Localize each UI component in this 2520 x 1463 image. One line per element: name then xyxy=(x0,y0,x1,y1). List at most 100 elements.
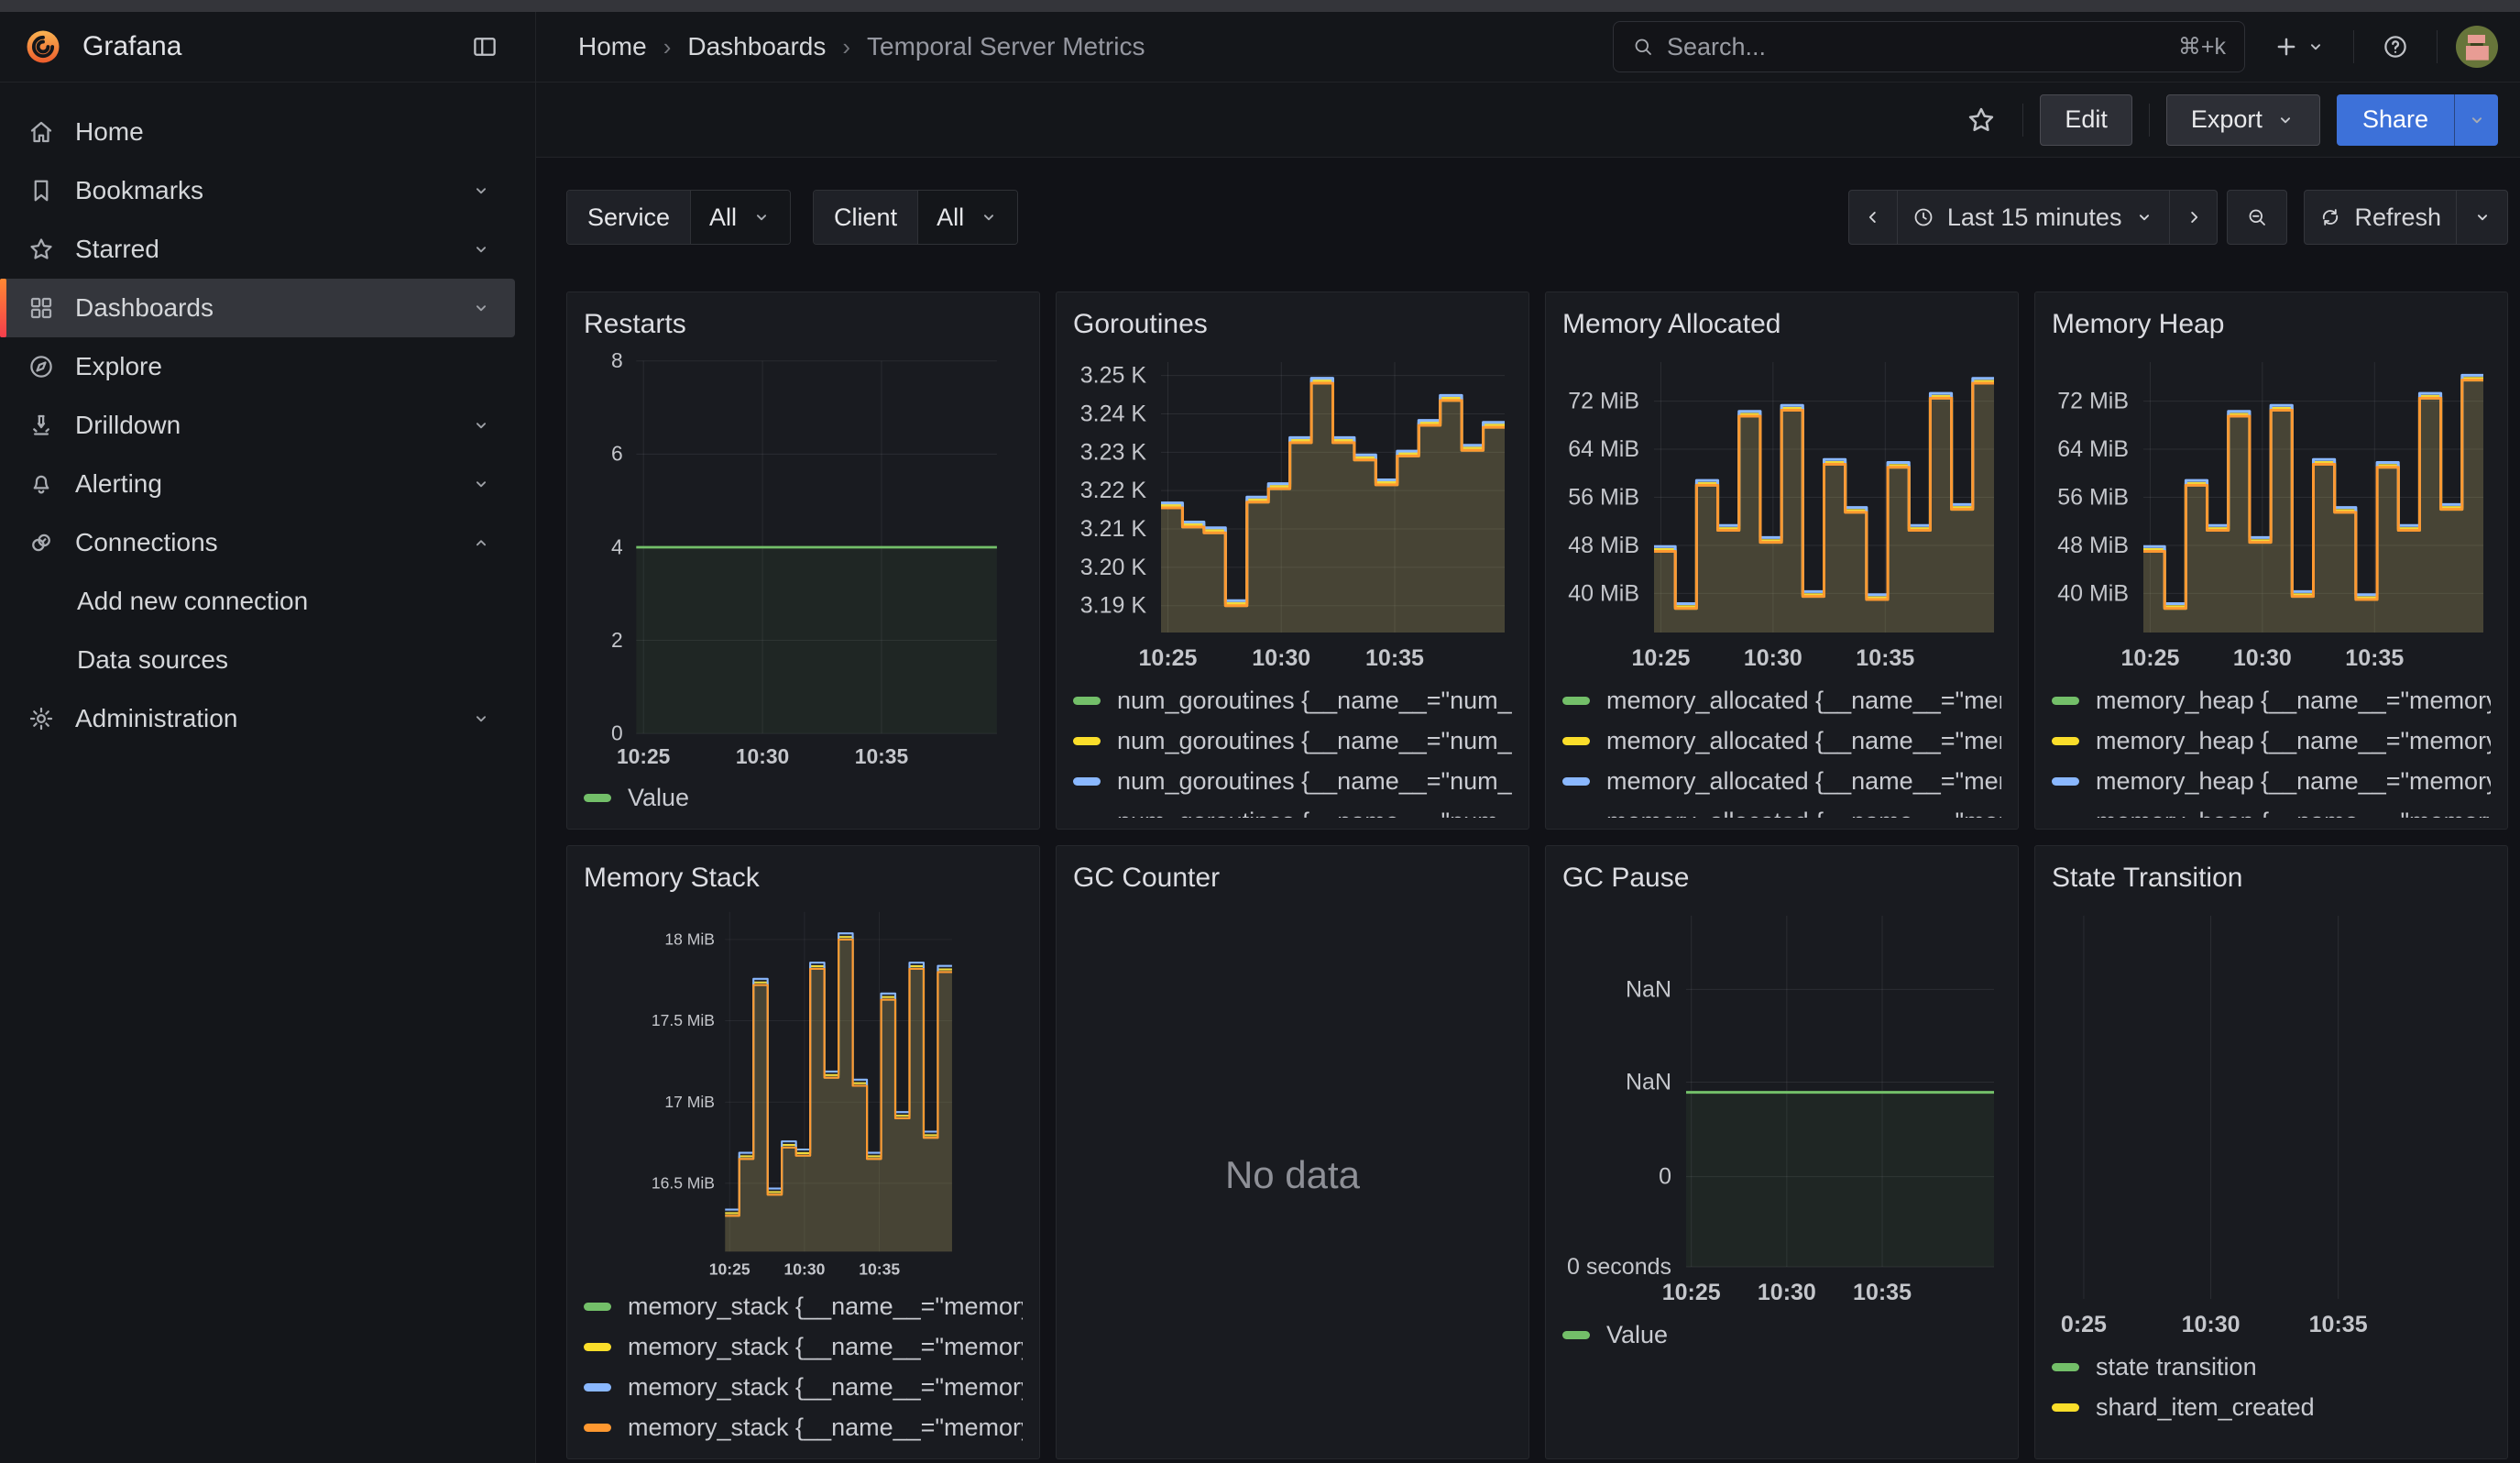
sidebar-item-dashboards[interactable]: Dashboards xyxy=(0,279,515,337)
panel-title[interactable]: GC Pause xyxy=(1562,863,2001,894)
chevron-down-icon[interactable] xyxy=(471,709,491,729)
new-add-button[interactable] xyxy=(2263,24,2335,70)
sidebar-item-explore[interactable]: Explore xyxy=(0,337,515,396)
legend-item[interactable]: Value xyxy=(1562,1314,2001,1355)
chevron-down-icon[interactable] xyxy=(471,415,491,435)
export-button[interactable]: Export xyxy=(2166,94,2320,146)
dashboards-grid-icon xyxy=(27,294,55,322)
legend-item[interactable]: memory_heap {__name__="memory_h xyxy=(2052,720,2491,761)
time-series-chart[interactable]: 10:2510:3010:3572 MiB64 MiB56 MiB48 MiB4… xyxy=(1562,349,2001,676)
svg-text:3.19 K: 3.19 K xyxy=(1080,593,1147,619)
legend-swatch xyxy=(584,1343,611,1351)
legend-item[interactable]: num_goroutines {__name__="num_go xyxy=(1073,680,1512,720)
help-button[interactable] xyxy=(2372,24,2418,70)
sidebar-collapse-button[interactable] xyxy=(462,24,508,70)
chevron-down-icon xyxy=(2467,110,2487,130)
grafana-logo-icon xyxy=(24,28,62,66)
legend-item[interactable]: memory_allocated {__name__="memc xyxy=(1562,761,2001,801)
legend-item[interactable]: memory_heap {__name__="memory_h xyxy=(2052,761,2491,801)
svg-text:10:30: 10:30 xyxy=(1744,645,1802,671)
legend-item[interactable]: memory_allocated {__name__="memc xyxy=(1562,680,2001,720)
time-zoom-out-button[interactable] xyxy=(2228,191,2286,244)
svg-text:10:25: 10:25 xyxy=(617,744,671,768)
chevron-up-icon[interactable] xyxy=(471,533,491,553)
legend-label: memory_stack {__name__="memory_s xyxy=(628,1414,1023,1442)
svg-text:3.24 K: 3.24 K xyxy=(1080,401,1147,426)
sidebar-item-home[interactable]: Home xyxy=(0,103,515,161)
panel-title[interactable]: State Transition xyxy=(2052,863,2491,894)
sidebar-item-data-sources[interactable]: Data sources xyxy=(0,631,515,689)
legend-item[interactable]: memory_stack {__name__="memory_s xyxy=(584,1326,1023,1367)
svg-text:0: 0 xyxy=(1659,1164,1671,1190)
edit-button[interactable]: Edit xyxy=(2040,94,2132,146)
time-range-label: Last 15 minutes xyxy=(1947,204,2122,232)
svg-text:3.20 K: 3.20 K xyxy=(1080,555,1147,580)
time-series-chart[interactable]: 10:2510:3010:3586420 xyxy=(584,349,1023,774)
legend-item[interactable]: shard_item_created xyxy=(2052,1387,2491,1427)
sidebar: Grafana Home Bookmarks Starred Das xyxy=(0,12,536,1463)
time-series-chart[interactable]: 10:2510:3010:3572 MiB64 MiB56 MiB48 MiB4… xyxy=(2052,349,2491,676)
share-dropdown-button[interactable] xyxy=(2454,94,2498,146)
legend-item[interactable]: memory_heap {__name__="memory_h xyxy=(2052,680,2491,720)
breadcrumb-home[interactable]: Home xyxy=(578,32,647,61)
time-shift-back-button[interactable] xyxy=(1849,191,1897,244)
panel-memory-heap: Memory Heap 10:2510:3010:3572 MiB64 MiB5… xyxy=(2034,292,2508,830)
client-variable-label: Client xyxy=(814,191,918,244)
client-variable[interactable]: Client All xyxy=(813,190,1018,245)
legend-item[interactable]: Value xyxy=(584,777,1023,818)
legend: memory_allocated {__name__="memcmemory_a… xyxy=(1562,680,2001,818)
share-button[interactable]: Share xyxy=(2337,94,2454,146)
time-series-chart[interactable]: 10:2510:3010:353.25 K3.24 K3.23 K3.22 K3… xyxy=(1073,349,1512,676)
sidebar-item-starred[interactable]: Starred xyxy=(0,220,515,279)
sidebar-item-alerting[interactable]: Alerting xyxy=(0,455,515,513)
sidebar-item-connections[interactable]: Connections xyxy=(0,513,515,572)
legend-item[interactable]: memory_allocated {__name__="memc xyxy=(1562,801,2001,818)
sidebar-item-administration[interactable]: Administration xyxy=(0,689,515,748)
user-avatar[interactable] xyxy=(2456,26,2498,68)
service-variable-value[interactable]: All xyxy=(691,191,790,244)
breadcrumb-dashboards[interactable]: Dashboards xyxy=(687,32,826,61)
sidebar-item-drilldown[interactable]: Drilldown xyxy=(0,396,515,455)
grafana-logo[interactable]: Grafana xyxy=(24,28,181,66)
legend-item[interactable]: memory_stack {__name__="memory_s xyxy=(584,1407,1023,1447)
time-series-chart[interactable]: 10:2510:3010:35NaNNaN00 seconds xyxy=(1562,903,2001,1311)
panel-title[interactable]: Memory Stack xyxy=(584,863,1023,894)
svg-text:56 MiB: 56 MiB xyxy=(1568,485,1639,511)
bookmark-icon xyxy=(27,177,55,204)
time-range-picker[interactable]: Last 15 minutes xyxy=(1897,191,2170,244)
legend-item[interactable]: state transition xyxy=(2052,1347,2491,1387)
search-icon xyxy=(1632,36,1654,58)
panel-title[interactable]: Memory Allocated xyxy=(1562,309,2001,340)
service-variable[interactable]: Service All xyxy=(566,190,791,245)
client-variable-value[interactable]: All xyxy=(918,191,1017,244)
panel-title[interactable]: Memory Heap xyxy=(2052,309,2491,340)
chevron-down-icon[interactable] xyxy=(471,474,491,494)
search-input-box[interactable]: ⌘+k xyxy=(1613,21,2245,72)
chevron-down-icon[interactable] xyxy=(471,239,491,259)
legend-item[interactable]: num_goroutines {__name__="num_go xyxy=(1073,720,1512,761)
panel-title[interactable]: Goroutines xyxy=(1073,309,1512,340)
divider xyxy=(2149,104,2150,137)
panel-title[interactable]: GC Counter xyxy=(1073,863,1512,894)
legend-item[interactable]: memory_allocated {__name__="memc xyxy=(1562,720,2001,761)
sidebar-item-add-new-connection[interactable]: Add new connection xyxy=(0,572,515,631)
legend-item[interactable]: memory_heap {__name__="memory_h xyxy=(2052,801,2491,818)
legend-item[interactable]: num_goroutines {__name__="num_go xyxy=(1073,761,1512,801)
legend-item[interactable]: num_goroutines {__name__="num_go xyxy=(1073,801,1512,818)
favorite-star-button[interactable] xyxy=(1956,95,2006,145)
time-series-chart[interactable]: 10:2510:3010:3518 MiB17.5 MiB17 MiB16.5 … xyxy=(584,903,1023,1282)
refresh-interval-dropdown[interactable] xyxy=(2456,191,2507,244)
chevron-down-icon[interactable] xyxy=(471,181,491,201)
time-shift-forward-button[interactable] xyxy=(2169,191,2217,244)
panel-title[interactable]: Restarts xyxy=(584,309,1023,340)
legend-swatch xyxy=(1562,1331,1590,1339)
legend-item[interactable]: memory_stack {__name__="memory_s xyxy=(584,1286,1023,1326)
legend-item[interactable]: memory_stack {__name__="memory_s xyxy=(584,1367,1023,1407)
time-series-chart[interactable]: 0:2510:3010:35 xyxy=(2052,903,2491,1343)
refresh-button[interactable]: Refresh xyxy=(2305,191,2456,244)
sidebar-item-bookmarks[interactable]: Bookmarks xyxy=(0,161,515,220)
search-input[interactable] xyxy=(1667,33,2165,61)
svg-text:16.5 MiB: 16.5 MiB xyxy=(652,1173,715,1192)
home-icon xyxy=(27,118,55,146)
chevron-down-icon[interactable] xyxy=(471,298,491,318)
